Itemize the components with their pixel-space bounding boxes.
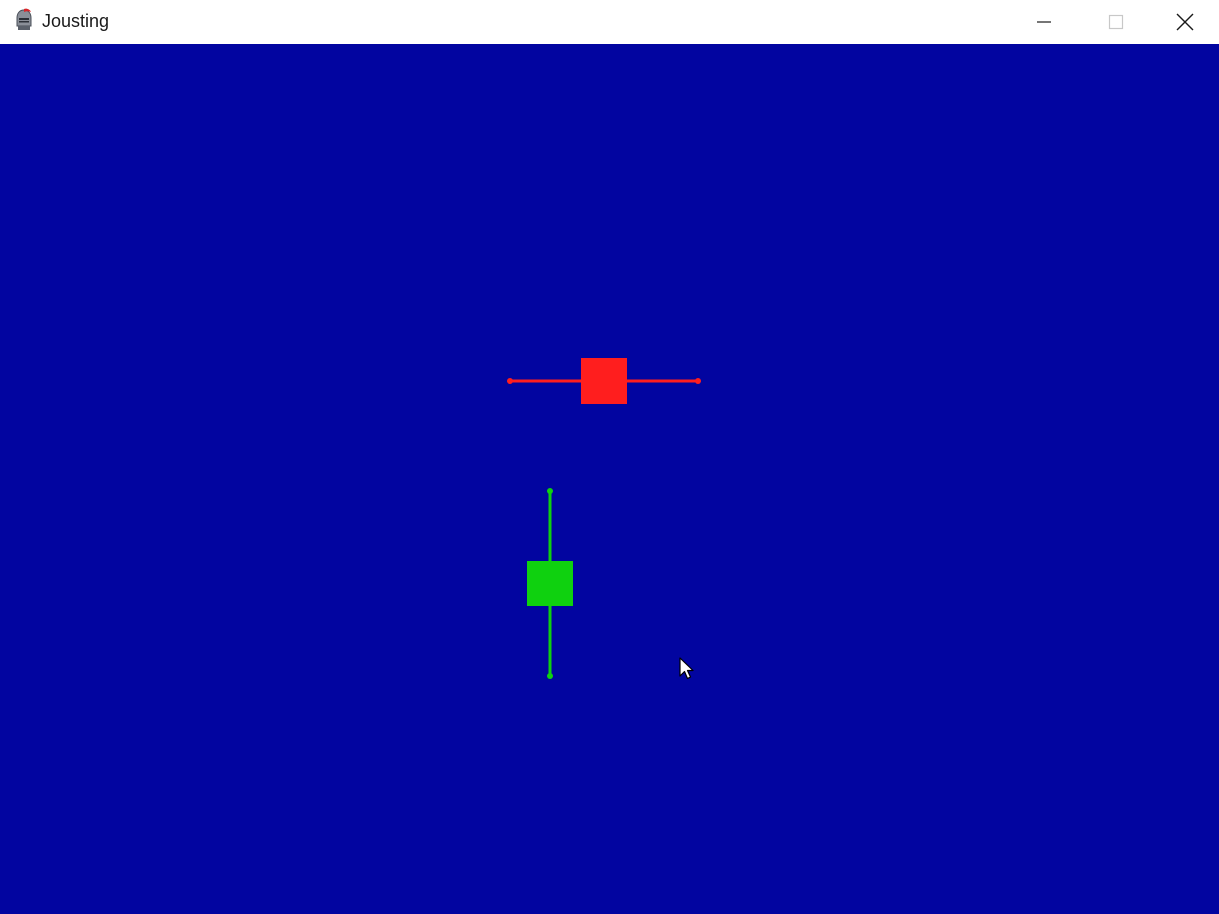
close-button[interactable] bbox=[1151, 0, 1219, 44]
maximize-button[interactable] bbox=[1080, 0, 1152, 44]
game-field[interactable] bbox=[0, 44, 1219, 914]
red-jouster-body bbox=[581, 358, 627, 404]
red-lance-tip-right bbox=[695, 378, 701, 384]
minimize-button[interactable] bbox=[1008, 0, 1080, 44]
red-lance-tip-left bbox=[507, 378, 513, 384]
title-bar[interactable]: Jousting bbox=[0, 0, 1219, 44]
window-title: Jousting bbox=[42, 11, 110, 31]
knight-helmet-icon bbox=[16, 8, 32, 30]
green-jouster-body bbox=[527, 561, 573, 606]
minimize-icon bbox=[1037, 21, 1051, 23]
maximize-icon bbox=[1108, 14, 1124, 30]
game-window: Jousting bbox=[0, 0, 1219, 914]
green-lance-tip-bottom bbox=[547, 673, 553, 679]
game-canvas[interactable] bbox=[0, 44, 1219, 914]
game-background bbox=[0, 44, 1219, 914]
green-lance-tip-top bbox=[547, 488, 553, 494]
close-icon bbox=[1176, 13, 1194, 31]
